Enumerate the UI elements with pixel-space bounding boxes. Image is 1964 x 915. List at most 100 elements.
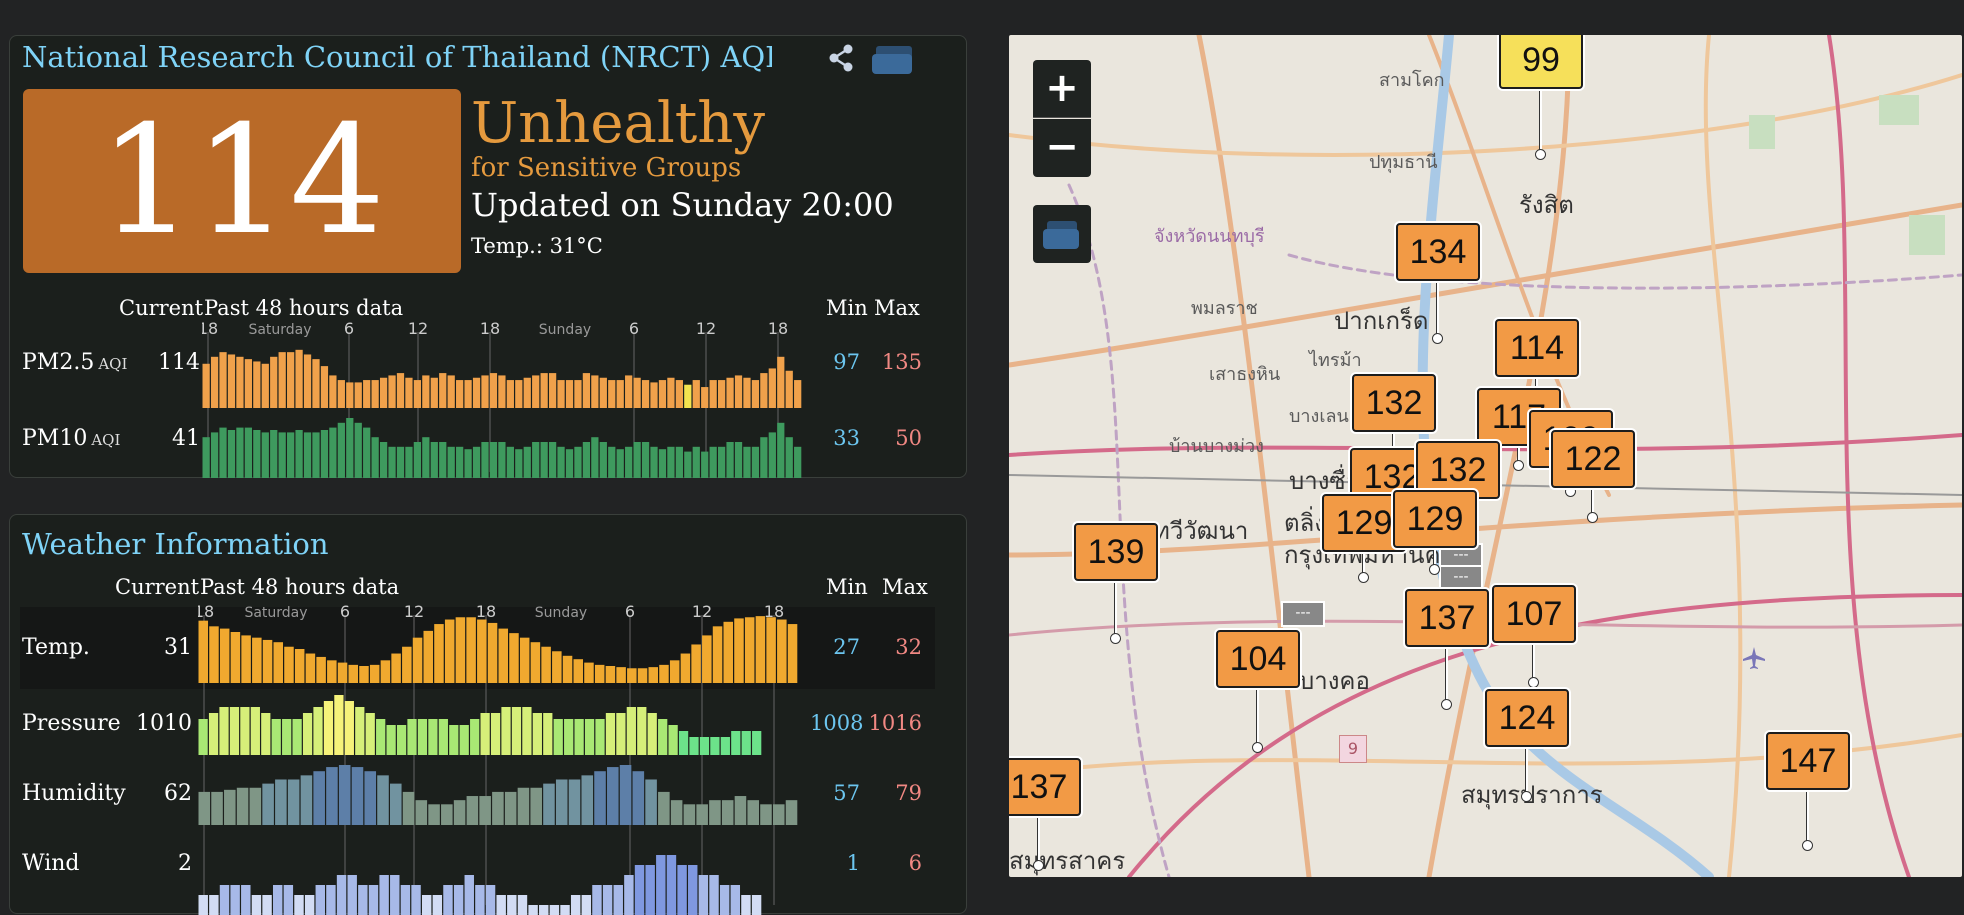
header-current: Current	[119, 296, 204, 320]
pm10-bar	[667, 446, 675, 478]
wind-bar	[262, 895, 272, 915]
pm10-bar	[481, 442, 489, 478]
wind-bar	[209, 895, 219, 915]
pressure-bar	[386, 725, 396, 755]
aqi-history-chart[interactable]: 18 Saturday 6 12 18 Sunday 6 12 18	[202, 322, 822, 478]
pm10-bar	[523, 446, 531, 478]
humidity-bar	[721, 800, 734, 825]
pm10-bar	[574, 446, 582, 478]
wind-bar	[421, 895, 432, 915]
pm25-bar	[371, 380, 379, 408]
aqi-station-title[interactable]: National Research Council of Thailand (N…	[22, 40, 772, 74]
pm25-bar	[439, 373, 447, 408]
pm10-bar	[641, 442, 650, 478]
pm10-bar	[675, 446, 683, 478]
pressure-bar	[720, 737, 730, 755]
humidity-bar	[364, 771, 377, 825]
pm10-bar	[227, 430, 236, 478]
aqi-station-marker[interactable]: 132	[1352, 374, 1436, 432]
marker-stem	[1528, 643, 1539, 688]
map-layers-button[interactable]	[1033, 205, 1091, 263]
pressure-bar	[282, 719, 292, 755]
nodata-marker[interactable]: ---	[1439, 565, 1483, 591]
pm25-bar	[515, 380, 523, 408]
pm25-bar	[261, 363, 269, 408]
pm25-bar	[582, 373, 591, 408]
pressure-bar	[355, 707, 365, 755]
zoom-out-button[interactable]: −	[1033, 119, 1091, 177]
aqi-station-marker[interactable]: 107	[1492, 585, 1576, 643]
humidity-bar	[658, 791, 670, 825]
humidity-bar	[670, 800, 683, 825]
temp-bar	[659, 664, 669, 683]
tick-label: 12	[692, 605, 712, 621]
pressure-bar	[407, 719, 417, 755]
pm10-bar	[413, 442, 422, 478]
pm10-bar	[489, 442, 498, 478]
pressure-bar	[522, 707, 532, 755]
pm10-bar	[371, 437, 379, 478]
wind-bar	[709, 875, 719, 915]
wind-bar	[432, 895, 443, 915]
pm10-bar	[287, 432, 295, 478]
pm10-bar	[608, 446, 616, 478]
temp-bar	[594, 664, 605, 683]
aqi-station-marker[interactable]: 147	[1766, 732, 1850, 790]
pm25-bar	[532, 375, 540, 408]
aqi-station-marker[interactable]: 124	[1485, 689, 1569, 747]
pressure-bar	[616, 713, 626, 755]
weather-history-chart[interactable]: 18 Saturday 6 12 18 Sunday 6 12 18	[198, 605, 818, 915]
wind-bar	[560, 905, 570, 915]
pm25-bar	[768, 368, 776, 408]
tick-label: 18	[480, 322, 500, 338]
aqi-station-marker[interactable]: 114	[1495, 319, 1579, 377]
humidity-bar	[696, 804, 708, 825]
pressure-max: 1016	[868, 711, 922, 735]
pm10-bar	[532, 442, 540, 478]
route-shield: 9	[1339, 735, 1367, 763]
pm10-bar	[498, 442, 506, 478]
humidity-bar	[326, 767, 338, 825]
pm10-bar	[312, 432, 320, 478]
temp-bar	[552, 651, 562, 683]
temp-bar	[327, 660, 337, 683]
humidity-bar	[772, 804, 785, 825]
aqi-station-marker[interactable]: 137	[1405, 589, 1489, 647]
pm10-bar	[210, 432, 219, 478]
pm25-bar	[777, 356, 785, 408]
aqi-station-marker[interactable]: 122	[1551, 430, 1635, 488]
pressure-bar	[313, 707, 323, 755]
share-icon[interactable]	[825, 42, 857, 74]
layers-icon[interactable]	[870, 44, 918, 76]
zoom-in-button[interactable]: +	[1033, 60, 1091, 118]
pm25-bar	[363, 380, 371, 408]
aqi-station-marker[interactable]: 129	[1393, 490, 1477, 548]
humidity-bar	[262, 783, 274, 825]
temp-bar	[423, 630, 434, 683]
tick-label: 12	[404, 605, 424, 621]
aqi-map[interactable]: สามโคก ปทุมธานี รังสิต จังหวัดนนทบุรี พม…	[1009, 35, 1962, 877]
wind-bar	[294, 895, 304, 915]
aqi-station-marker[interactable]: 99	[1499, 35, 1583, 89]
aqi-station-marker[interactable]: 137	[1009, 758, 1081, 816]
pm10-bar	[405, 446, 413, 478]
pm10-bar	[785, 437, 793, 478]
pm25-bar	[447, 375, 455, 408]
aqi-station-marker[interactable]: 104	[1216, 630, 1300, 688]
pm10-bar	[278, 432, 286, 478]
tick-label: 6	[344, 322, 354, 338]
pressure-bar	[741, 731, 751, 755]
wind-bar	[549, 905, 560, 915]
temp-bar	[219, 628, 230, 683]
temp-bar	[648, 667, 659, 683]
pm10-min: 33	[833, 426, 860, 450]
pm25-bar	[270, 356, 278, 408]
pressure-bar	[689, 737, 699, 755]
tick-label: 6	[629, 322, 639, 338]
aqi-station-marker[interactable]: 139	[1074, 523, 1158, 581]
nodata-marker[interactable]: ---	[1281, 601, 1325, 627]
weather-panel: Weather Information Current Past 48 hour…	[9, 514, 967, 915]
temp-bar	[680, 653, 691, 683]
aqi-station-marker[interactable]: 134	[1396, 223, 1480, 281]
humidity-bar	[734, 796, 747, 825]
